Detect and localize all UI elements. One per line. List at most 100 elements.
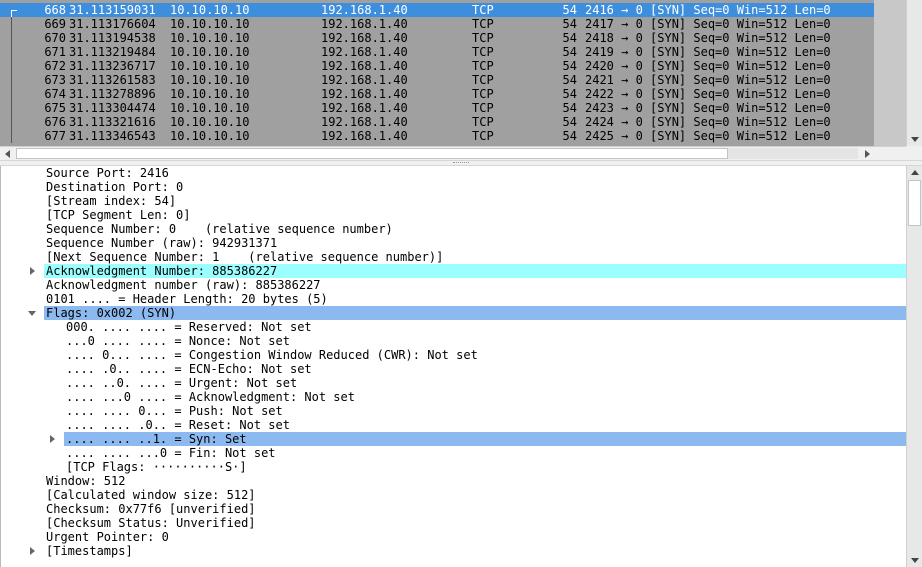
triangle-right-icon[interactable] (30, 267, 35, 275)
arrow-down-icon[interactable] (911, 137, 919, 142)
detail-row[interactable]: .... .0.. .... = ECN-Echo: Not set (1, 362, 906, 376)
packet-time: 31.113194538 (69, 31, 156, 45)
packet-list-rows: 668 31.113159031 10.10.10.10 192.168.1.40 TC… (0, 0, 906, 146)
scrollbar-corner (906, 146, 922, 160)
packet-info: 2417 → 0 [SYN] Seq=0 Win=512 Len=0 (585, 17, 831, 31)
packet-row[interactable]: 669 31.113176604 10.10.10.10 192.168.1.40 TC… (0, 17, 874, 31)
packet-row[interactable]: 671 31.113219484 10.10.10.10 192.168.1.40 TC… (0, 45, 874, 59)
arrow-right-icon[interactable] (865, 150, 870, 158)
packet-source: 10.10.10.10 (170, 115, 250, 129)
detail-row[interactable]: .... ..0. .... = Urgent: Not set (1, 376, 906, 390)
packet-number: 672 (44, 59, 66, 73)
detail-row-text: .... .... ..1. = Syn: Set (64, 432, 906, 446)
detail-row[interactable]: [Next Sequence Number: 1 (relative seque… (1, 250, 906, 264)
packet-row[interactable]: 677 31.113346543 10.10.10.10 192.168.1.40 TC… (0, 129, 874, 143)
detail-row[interactable]: Window: 512 (1, 474, 906, 488)
tree-line-icon (11, 87, 12, 101)
arrow-down-icon[interactable] (911, 558, 919, 563)
detail-row-text: Acknowledgment number (raw): 885386227 (46, 278, 321, 292)
triangle-right-icon[interactable] (50, 435, 55, 443)
detail-row[interactable]: .... .... .0.. = Reset: Not set (1, 418, 906, 432)
packet-destination: 192.168.1.40 (321, 73, 408, 87)
detail-row-text: Sequence Number (raw): 942931371 (46, 236, 278, 250)
detail-row[interactable]: Checksum: 0x77f6 [unverified] (1, 502, 906, 516)
packet-details-vertical-scrollbar[interactable] (906, 166, 922, 567)
detail-row[interactable]: .... .... 0... = Push: Not set (1, 404, 906, 418)
packet-destination: 192.168.1.40 (321, 129, 408, 143)
detail-row-text: Sequence Number: 0 (relative sequence nu… (46, 222, 393, 236)
tree-line-icon (11, 10, 12, 17)
detail-row[interactable]: 000. .... .... = Reserved: Not set (1, 320, 906, 334)
detail-row[interactable]: [Calculated window size: 512] (1, 488, 906, 502)
detail-row[interactable]: .... .... ..1. = Syn: Set (1, 432, 906, 446)
detail-row-text: [Calculated window size: 512] (46, 488, 256, 502)
packet-list-vertical-scrollbar[interactable] (906, 0, 922, 146)
packet-number: 670 (44, 31, 66, 45)
packet-number: 674 (44, 87, 66, 101)
tree-line-icon (11, 45, 12, 59)
detail-row[interactable]: [Stream index: 54] (1, 194, 906, 208)
packet-time: 31.113346543 (69, 129, 156, 143)
packet-row-selected[interactable]: 668 31.113159031 10.10.10.10 192.168.1.40 TC… (0, 3, 874, 17)
packet-list-horizontal-scrollbar[interactable] (0, 146, 906, 160)
tree-line-icon (11, 59, 12, 73)
detail-row[interactable]: Sequence Number (raw): 942931371 (1, 236, 906, 250)
packet-list-pane: 668 31.113159031 10.10.10.10 192.168.1.40 TC… (0, 0, 922, 160)
packet-time: 31.113278896 (69, 87, 156, 101)
packet-details-pane: Source Port: 2416 Destination Port: 0 [Str… (0, 166, 906, 567)
packet-row[interactable]: 674 31.113278896 10.10.10.10 192.168.1.40 TC… (0, 87, 874, 101)
tree-line-icon (11, 73, 12, 87)
horizontal-scroll-track[interactable] (728, 148, 858, 159)
detail-row[interactable]: ...0 .... .... = Nonce: Not set (1, 334, 906, 348)
packet-info: 2425 → 0 [SYN] Seq=0 Win=512 Len=0 (585, 129, 831, 143)
detail-row[interactable]: Urgent Pointer: 0 (1, 530, 906, 544)
arrow-up-icon[interactable] (911, 170, 919, 175)
detail-row[interactable]: .... .... ...0 = Fin: Not set (1, 446, 906, 460)
packet-destination: 192.168.1.40 (321, 59, 408, 73)
packet-row[interactable]: 673 31.113261583 10.10.10.10 192.168.1.40 TC… (0, 73, 874, 87)
packet-number: 668 (44, 3, 66, 17)
detail-row-text: .... ...0 .... = Acknowledgment: Not set (66, 390, 355, 404)
detail-row[interactable]: 0101 .... = Header Length: 20 bytes (5) (1, 292, 906, 306)
packet-info: 2416 → 0 [SYN] Seq=0 Win=512 Len=0 (585, 3, 831, 17)
packet-source: 10.10.10.10 (170, 45, 250, 59)
packet-length: 54 (562, 115, 577, 129)
triangle-down-icon[interactable] (28, 311, 36, 316)
detail-row[interactable]: [Checksum Status: Unverified] (1, 516, 906, 530)
vertical-scroll-thumb[interactable] (908, 180, 921, 226)
detail-row[interactable]: [Timestamps] (1, 544, 906, 558)
packet-source: 10.10.10.10 (170, 101, 250, 115)
tree-line-icon (11, 101, 12, 115)
detail-row-text: .... .0.. .... = ECN-Echo: Not set (66, 362, 312, 376)
splitter-grip-icon[interactable] (453, 162, 469, 165)
tree-line-icon (11, 17, 12, 31)
packet-info: 2421 → 0 [SYN] Seq=0 Win=512 Len=0 (585, 73, 831, 87)
triangle-right-icon[interactable] (30, 547, 35, 555)
arrow-left-icon[interactable] (5, 150, 10, 158)
detail-row[interactable]: .... 0... .... = Congestion Window Reduc… (1, 348, 906, 362)
detail-row[interactable]: [TCP Flags: ··········S·] (1, 460, 906, 474)
detail-row[interactable]: Sequence Number: 0 (relative sequence nu… (1, 222, 906, 236)
packet-protocol: TCP (472, 129, 494, 143)
packet-row[interactable]: 670 31.113194538 10.10.10.10 192.168.1.40 TC… (0, 31, 874, 45)
packet-time: 31.113304474 (69, 101, 156, 115)
packet-protocol: TCP (472, 87, 494, 101)
detail-row[interactable]: .... ...0 .... = Acknowledgment: Not set (1, 390, 906, 404)
packet-time: 31.113321616 (69, 115, 156, 129)
detail-row-text: [Timestamps] (46, 544, 133, 558)
detail-row[interactable]: Destination Port: 0 (1, 180, 906, 194)
detail-row[interactable]: Acknowledgment Number: 885386227 (1, 264, 906, 278)
packet-row[interactable]: 672 31.113236717 10.10.10.10 192.168.1.40 TC… (0, 59, 874, 73)
tree-line-icon (11, 31, 12, 45)
packet-row[interactable]: 675 31.113304474 10.10.10.10 192.168.1.40 TC… (0, 101, 874, 115)
packet-row[interactable]: 676 31.113321616 10.10.10.10 192.168.1.40 TC… (0, 115, 874, 129)
detail-row[interactable]: [TCP Segment Len: 0] (1, 208, 906, 222)
detail-row[interactable]: Flags: 0x002 (SYN) (1, 306, 906, 320)
detail-row[interactable]: Acknowledgment number (raw): 885386227 (1, 278, 906, 292)
detail-row[interactable]: Source Port: 2416 (1, 166, 906, 180)
horizontal-scroll-thumb[interactable] (16, 148, 728, 159)
packet-number: 676 (44, 115, 66, 129)
detail-row-text: .... .... 0... = Push: Not set (66, 404, 283, 418)
detail-row-text: 000. .... .... = Reserved: Not set (66, 320, 312, 334)
packet-source: 10.10.10.10 (170, 31, 250, 45)
